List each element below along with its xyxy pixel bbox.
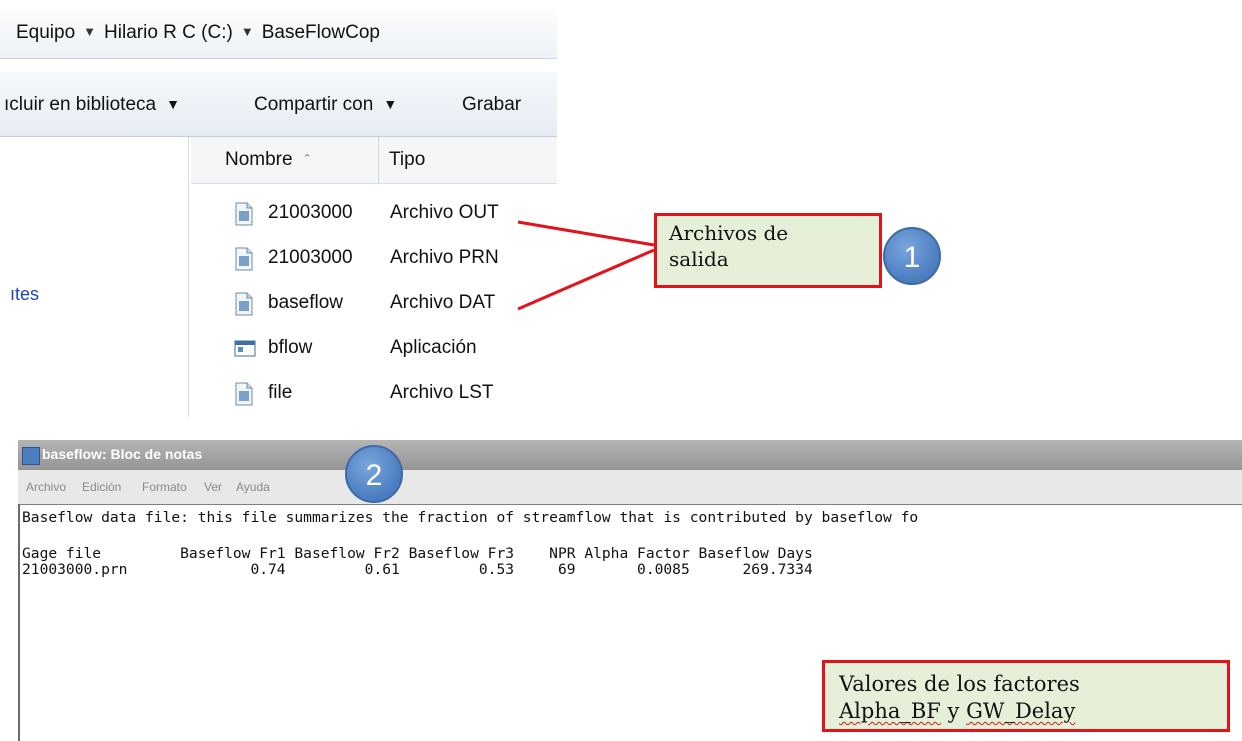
- callout-text-line2: Alpha_BF y GW_Delay: [839, 698, 1213, 725]
- notepad-icon: [22, 447, 40, 465]
- callout-text-line2: salida: [669, 247, 729, 271]
- callout-word-gwdelay: GW_Delay: [966, 699, 1076, 723]
- callout-text-line1: Valores de los factores: [839, 672, 1080, 696]
- callout-word-y: y: [940, 699, 967, 723]
- text-line-2: Gage file Baseflow Fr1 Baseflow Fr2 Base…: [22, 545, 813, 562]
- step-badge-2: 2: [345, 445, 403, 503]
- menu-edicion[interactable]: Edición: [82, 480, 121, 494]
- text-line-1: Baseflow data file: this file summarizes…: [22, 509, 919, 526]
- output-files-callout: Archivos de salida: [654, 213, 882, 288]
- menu-ver[interactable]: Ver: [204, 480, 222, 494]
- notepad-menu-bar: Archivo Edición Formato Ver Ayuda: [18, 470, 1242, 504]
- callout-text-line1: Archivos de: [669, 221, 789, 245]
- step-badge-1: 1: [883, 227, 941, 285]
- menu-ayuda[interactable]: Ayuda: [236, 480, 270, 494]
- factors-callout: Valores de los factores Alpha_BF y GW_De…: [822, 660, 1230, 732]
- notepad-title-bar[interactable]: baseflow: Bloc de notas: [18, 440, 1242, 470]
- text-line-3: 21003000.prn 0.74 0.61 0.53 69 0.0085 26…: [22, 561, 813, 578]
- menu-archivo[interactable]: Archivo: [26, 480, 66, 494]
- menu-formato[interactable]: Formato: [142, 480, 187, 494]
- notepad-title: baseflow: Bloc de notas: [42, 446, 203, 462]
- arrow-line-out: [517, 220, 655, 247]
- arrow-line-dat: [517, 248, 655, 311]
- callout-word-alpha: Alpha_BF: [839, 699, 941, 723]
